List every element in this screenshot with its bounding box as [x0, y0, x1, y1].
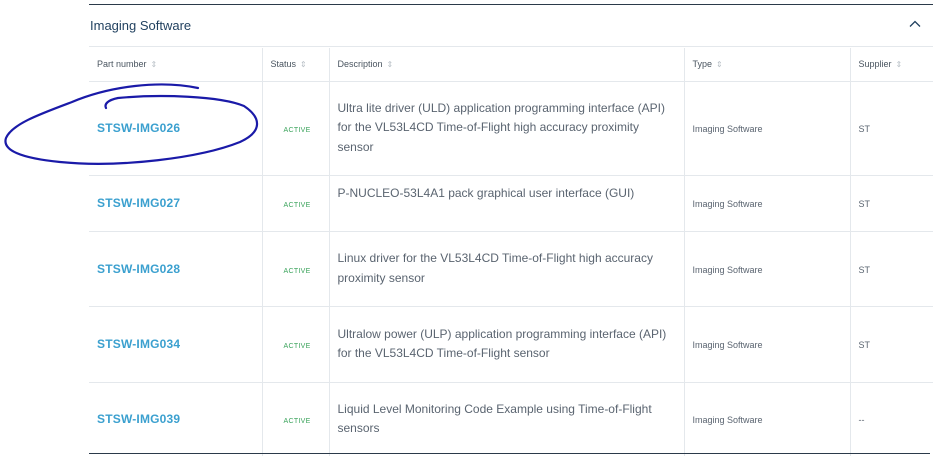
sort-icon[interactable]: ⇕ — [151, 60, 158, 69]
section-bottom-rule — [89, 453, 930, 454]
description-cell: Liquid Level Monitoring Code Example usi… — [328, 382, 684, 456]
status-badge: ACTIVE — [283, 343, 311, 350]
status-cell: ACTIVE — [261, 306, 329, 383]
status-cell: ACTIVE — [261, 382, 329, 456]
status-badge: ACTIVE — [283, 202, 311, 209]
supplier-text: ST — [858, 340, 871, 350]
table-row: STSW-IMG034 ACTIVE Ultralow power (ULP) … — [89, 306, 933, 383]
supplier-text: -- — [858, 415, 865, 426]
status-badge: ACTIVE — [283, 418, 311, 426]
type-text: Imaging Software — [692, 124, 763, 134]
type-cell: Imaging Software — [683, 175, 850, 232]
description-text: Ultralow power (ULP) application program… — [337, 326, 667, 361]
supplier-cell: -- — [849, 382, 933, 456]
status-cell: ACTIVE — [261, 231, 329, 307]
supplier-cell: ST — [849, 306, 933, 383]
description-text: Linux driver for the VL53L4CD Time-of-Fl… — [337, 251, 653, 285]
column-header-status[interactable]: Status ⇕ — [261, 48, 329, 82]
sort-icon[interactable]: ⇕ — [300, 60, 307, 69]
description-cell: P-NUCLEO-53L4A1 pack graphical user inte… — [328, 175, 684, 232]
chevron-up-icon[interactable] — [907, 16, 923, 32]
sort-icon[interactable]: ⇕ — [387, 60, 394, 69]
column-header-supplier[interactable]: Supplier ⇕ — [849, 48, 933, 82]
column-header-part-number[interactable]: Part number ⇕ — [89, 48, 262, 82]
parts-table: Part number ⇕ Status ⇕ Description ⇕ Type ⇕ … — [89, 48, 933, 456]
sort-icon[interactable]: ⇕ — [716, 60, 723, 69]
description-cell: Ultra lite driver (ULD) application prog… — [328, 81, 684, 176]
table-row: STSW-IMG028 ACTIVE Linux driver for the … — [89, 231, 933, 307]
status-cell: ACTIVE — [261, 81, 329, 176]
table-row: STSW-IMG027 ACTIVE P-NUCLEO-53L4A1 pack … — [89, 175, 933, 232]
sort-icon[interactable]: ⇕ — [896, 60, 903, 69]
type-text: Imaging Software — [692, 415, 763, 426]
description-text: Liquid Level Monitoring Code Example usi… — [337, 401, 652, 436]
part-number-cell: STSW-IMG034 — [89, 306, 262, 383]
part-number-link[interactable]: STSW-IMG039 — [97, 412, 180, 426]
type-text: Imaging Software — [692, 340, 763, 350]
table-row: STSW-IMG039 ACTIVE Liquid Level Monitori… — [89, 382, 933, 456]
supplier-text: ST — [858, 199, 871, 209]
part-number-cell: STSW-IMG026 — [89, 81, 262, 176]
column-header-type[interactable]: Type ⇕ — [683, 48, 850, 82]
type-cell: Imaging Software — [683, 231, 850, 307]
description-text: P-NUCLEO-53L4A1 pack graphical user inte… — [337, 185, 635, 200]
imaging-software-panel: Imaging Software Part number ⇕ Status ⇕ De… — [89, 4, 933, 456]
part-number-link[interactable]: STSW-IMG026 — [97, 121, 180, 135]
description-cell: Ultralow power (ULP) application program… — [328, 306, 684, 383]
description-text: Ultra lite driver (ULD) application prog… — [337, 100, 665, 154]
part-number-link[interactable]: STSW-IMG027 — [97, 196, 180, 210]
supplier-text: ST — [858, 124, 871, 134]
status-badge: ACTIVE — [283, 267, 311, 275]
part-number-cell: STSW-IMG028 — [89, 231, 262, 307]
part-number-cell: STSW-IMG027 — [89, 175, 262, 232]
status-cell: ACTIVE — [261, 175, 329, 232]
supplier-text: ST — [858, 264, 871, 275]
section-title: Imaging Software — [90, 18, 192, 33]
type-cell: Imaging Software — [683, 81, 850, 176]
supplier-cell: ST — [849, 81, 933, 176]
supplier-cell: ST — [849, 175, 933, 232]
table-row: STSW-IMG026 ACTIVE Ultra lite driver (UL… — [89, 81, 933, 176]
type-cell: Imaging Software — [683, 306, 850, 383]
type-cell: Imaging Software — [683, 382, 850, 456]
type-text: Imaging Software — [692, 264, 763, 275]
part-number-cell: STSW-IMG039 — [89, 382, 262, 456]
section-header[interactable]: Imaging Software — [89, 5, 933, 47]
column-header-description[interactable]: Description ⇕ — [328, 48, 684, 82]
type-text: Imaging Software — [692, 199, 763, 209]
supplier-cell: ST — [849, 231, 933, 307]
description-cell: Linux driver for the VL53L4CD Time-of-Fl… — [328, 231, 684, 307]
status-badge: ACTIVE — [283, 127, 311, 134]
part-number-link[interactable]: STSW-IMG034 — [97, 337, 180, 351]
part-number-link[interactable]: STSW-IMG028 — [97, 262, 180, 276]
table-header-row: Part number ⇕ Status ⇕ Description ⇕ Type ⇕ … — [89, 48, 933, 82]
